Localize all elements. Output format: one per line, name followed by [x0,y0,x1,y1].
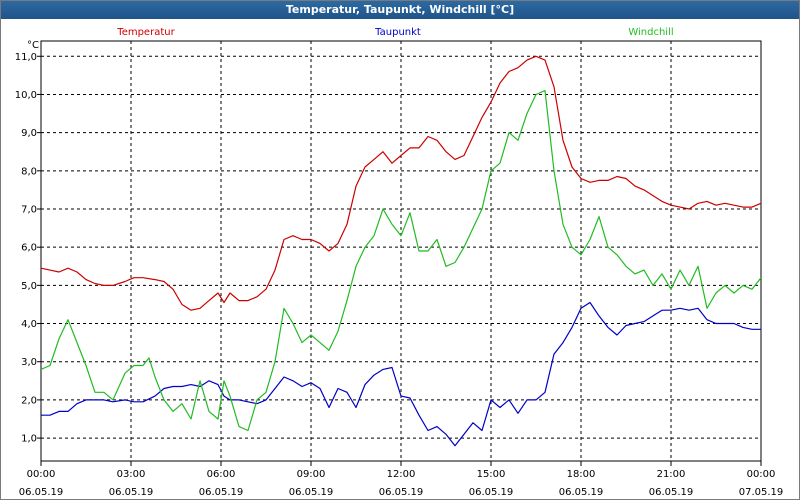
x-tick-time: 21:00 [657,469,686,480]
x-tick-date: 07.05.19 [739,487,784,498]
y-tick-label: 3,0 [21,357,37,368]
x-tick-time: 00:00 [747,469,776,480]
x-tick-date: 06.05.19 [379,487,424,498]
chart-window: 1,0 2,0 3,0 4,0 5,0 6,0 7,0 8,0 9,0 10,0 11,0 00:00… [0,0,800,500]
y-tick-label: 4,0 [21,319,37,330]
x-tick-time: 15:00 [477,469,506,480]
y-tick-label: 5,0 [21,281,37,292]
x-tick-time: 12:00 [387,469,416,480]
x-tick-date: 06.05.19 [109,487,154,498]
x-tick-time: 09:00 [297,469,326,480]
y-tick-label: 10,0 [15,90,37,101]
x-tick-time: 18:00 [567,469,596,480]
x-tick-date: 06.05.19 [469,487,514,498]
legend-label-taupunkt: Taupunkt [374,27,421,38]
y-tick-label: 2,0 [21,395,37,406]
x-tick-time: 03:00 [117,469,146,480]
y-unit-label: °C [27,40,39,51]
x-tick-date: 06.05.19 [559,487,604,498]
x-tick-date: 06.05.19 [199,487,244,498]
y-tick-label: 11,0 [15,52,37,63]
x-tick-date: 06.05.19 [289,487,334,498]
y-tick-label: 8,0 [21,166,37,177]
y-tick-label: 9,0 [21,128,37,139]
legend-label-temperatur: Temperatur [116,27,175,38]
legend-label-windchill: Windchill [628,27,673,38]
line-chart: 1,0 2,0 3,0 4,0 5,0 6,0 7,0 8,0 9,0 10,0 11,0 00:00… [15,27,784,498]
x-tick-date: 06.05.19 [649,487,694,498]
y-tick-label: 1,0 [21,434,37,445]
y-tick-label: 7,0 [21,205,37,216]
chart-title: Temperatur, Taupunkt, Windchill [°C] [1,1,799,19]
x-tick-time: 06:00 [207,469,236,480]
x-tick-date: 06.05.19 [19,487,64,498]
grid [40,40,762,462]
x-tick-time: 00:00 [27,469,56,480]
y-tick-label: 6,0 [21,243,37,254]
